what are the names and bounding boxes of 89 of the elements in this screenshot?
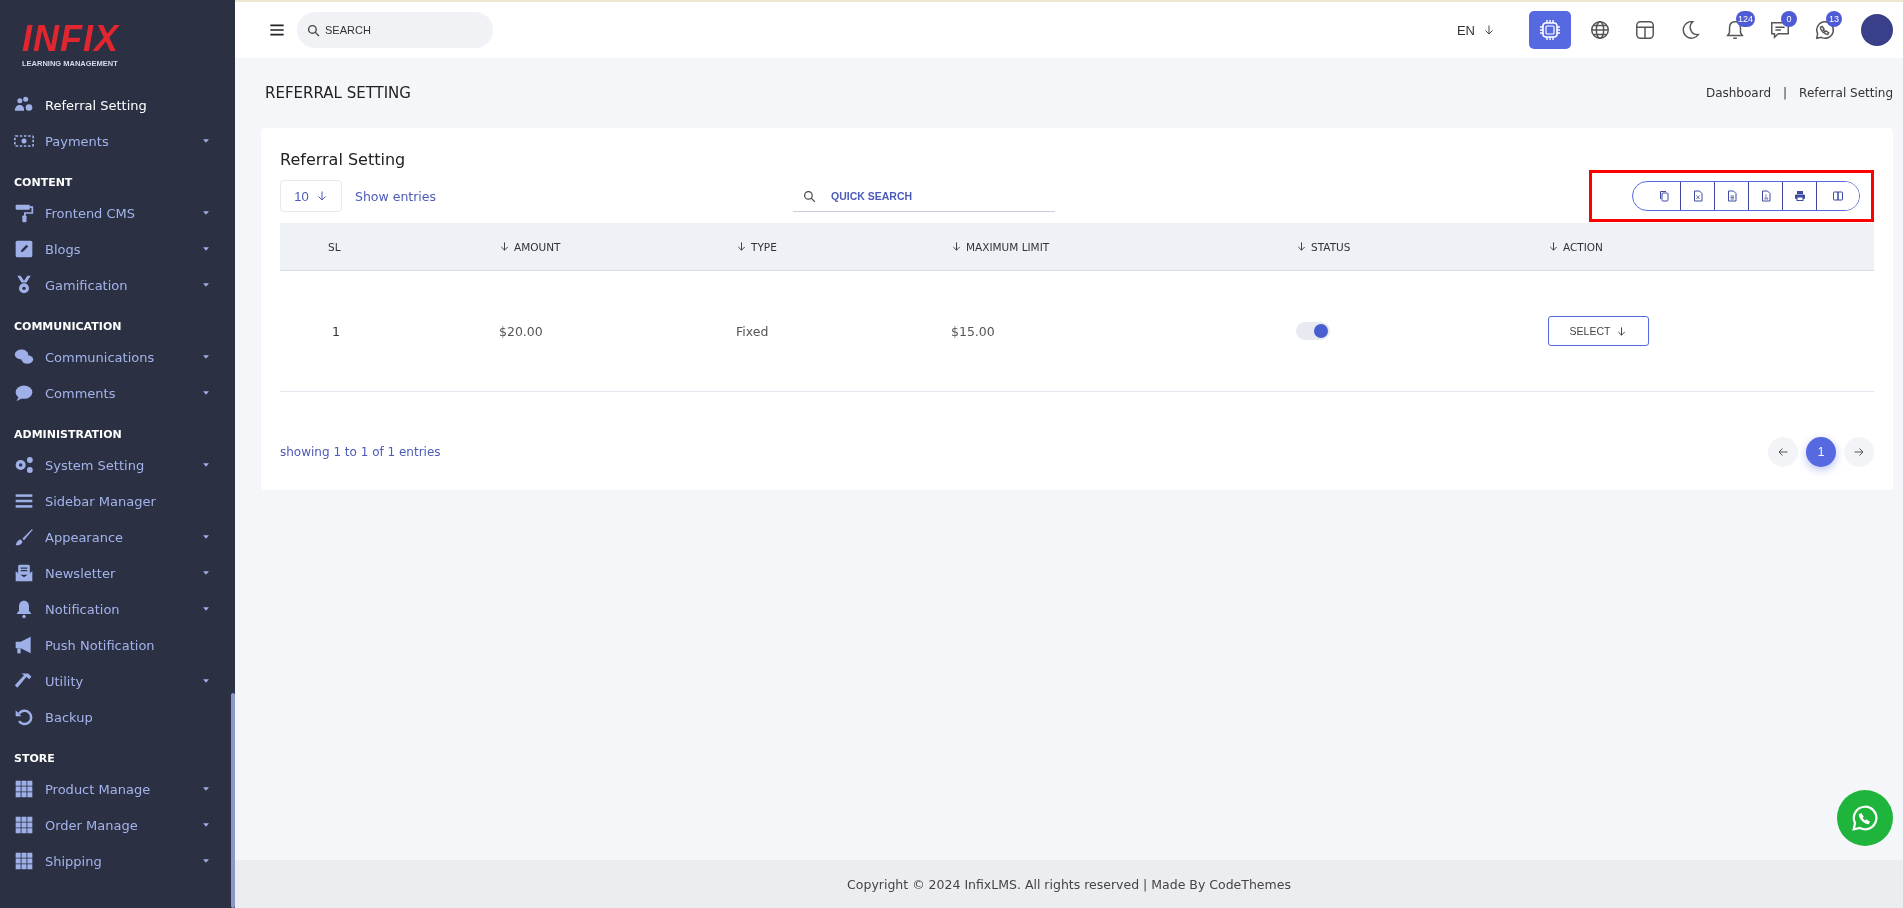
card-title: Referral Setting xyxy=(280,150,406,169)
pencil-square-icon xyxy=(14,239,34,259)
pdf-file-icon xyxy=(1759,190,1772,202)
notification-button[interactable]: 13 xyxy=(1804,11,1846,49)
sidebar-item[interactable]: Communications xyxy=(0,339,231,375)
gears-icon xyxy=(14,455,34,475)
whatsapp-chat-button[interactable] xyxy=(1837,790,1893,846)
grid-icon xyxy=(14,851,34,871)
globe-icon xyxy=(1589,19,1611,41)
copyright-text: Copyright © 2024 InfixLMS. All rights reserved | Made By CodeThemes xyxy=(847,876,1291,892)
table-cell: Fixed xyxy=(736,323,769,339)
scrollbar-thumb[interactable] xyxy=(231,693,235,908)
moon-icon xyxy=(1679,19,1701,41)
menu-icon xyxy=(269,22,285,38)
notification-button[interactable]: 124 xyxy=(1714,11,1756,49)
select-dropdown-button[interactable]: SELECT xyxy=(1548,316,1649,346)
status-toggle[interactable] xyxy=(1296,322,1330,340)
section-heading: ADMINISTRATION xyxy=(14,427,122,443)
column-header[interactable]: TYPE xyxy=(751,240,777,253)
envelope-icon xyxy=(14,563,34,583)
breadcrumb-separator: | xyxy=(1783,86,1788,100)
phone-bubble-icon xyxy=(1850,803,1880,833)
table-cell: $15.00 xyxy=(951,323,995,339)
columns-icon xyxy=(1832,190,1844,202)
entries-info: showing 1 to 1 of 1 entries xyxy=(280,445,441,459)
paint-roller-icon xyxy=(14,203,34,223)
sidebar-item[interactable]: Frontend CMS xyxy=(0,195,231,231)
spreadsheet-file-icon xyxy=(1691,190,1704,202)
arrow-right-icon xyxy=(1853,446,1865,458)
section-heading: COMMUNICATION xyxy=(14,319,122,335)
printer-icon xyxy=(1793,190,1806,202)
search-icon xyxy=(803,190,817,203)
notification-button[interactable]: 0 xyxy=(1759,11,1801,49)
sidebar-item[interactable]: Payments xyxy=(0,123,231,159)
megaphone-icon xyxy=(14,635,34,655)
breadcrumb-item: Referral Setting xyxy=(1799,86,1893,100)
count-badge: 13 xyxy=(1826,11,1842,27)
sidebar-item[interactable]: Appearance xyxy=(0,519,231,555)
column-header[interactable]: SL xyxy=(328,240,341,253)
sidebar-item[interactable]: System Setting xyxy=(0,447,231,483)
table-cell: $20.00 xyxy=(499,323,543,339)
sidebar-item[interactable]: Product Manage xyxy=(0,771,231,807)
count-badge: 0 xyxy=(1781,11,1797,27)
sidebar-item[interactable]: Blogs xyxy=(0,231,231,267)
grid-icon xyxy=(14,779,34,799)
column-header[interactable]: AMOUNT xyxy=(514,240,561,253)
sidebar-item[interactable]: Referral Setting xyxy=(0,87,231,123)
section-heading: STORE xyxy=(14,751,55,767)
sidebar-item[interactable]: Sidebar Manager xyxy=(0,483,231,519)
count-badge: 124 xyxy=(1736,11,1756,27)
page-button[interactable]: 1 xyxy=(1806,437,1836,467)
page-size-dropdown[interactable]: 10 xyxy=(280,180,342,212)
search-icon xyxy=(307,24,320,37)
copy-icon xyxy=(1657,190,1670,202)
column-header[interactable]: STATUS xyxy=(1311,240,1351,253)
chip-icon xyxy=(1538,18,1562,42)
undo-icon xyxy=(14,707,34,727)
chat-bubbles-icon xyxy=(14,347,34,367)
column-header[interactable]: MAXIMUM LIMIT xyxy=(966,240,1050,253)
arrow-down-icon xyxy=(1483,24,1495,36)
arrow-down-icon xyxy=(1616,325,1628,337)
arrow-down-icon xyxy=(315,190,328,202)
avatar[interactable] xyxy=(1861,14,1893,46)
sidebar-item[interactable]: Push Notification xyxy=(0,627,231,663)
column-header[interactable]: ACTION xyxy=(1563,240,1603,253)
document-icon xyxy=(1725,190,1738,202)
paintbrush-icon xyxy=(14,527,34,547)
breadcrumb-item[interactable]: Dashboard xyxy=(1705,86,1772,100)
search-field[interactable]: SEARCH xyxy=(297,12,493,48)
sidebar-item[interactable]: Newsletter xyxy=(0,555,231,591)
bell-icon xyxy=(14,599,34,619)
language-dropdown[interactable]: EN xyxy=(1450,21,1501,39)
sidebar-item[interactable]: Notification xyxy=(0,591,231,627)
chat-bubble-icon xyxy=(14,383,34,403)
sidebar-item[interactable]: Comments xyxy=(0,375,231,411)
show-entries-label: Show entries xyxy=(355,188,437,204)
sidebar-item[interactable]: Gamification xyxy=(0,267,231,303)
page-title: REFERRAL SETTING xyxy=(265,84,411,102)
list-icon xyxy=(14,491,34,511)
ai-chip-button[interactable] xyxy=(1529,11,1571,49)
arrow-left-icon xyxy=(1777,446,1789,458)
layout-icon xyxy=(1634,19,1656,41)
table-cell: 1 xyxy=(332,323,340,339)
sidebar-item[interactable]: Backup xyxy=(0,699,231,735)
sidebar-item[interactable]: Shipping xyxy=(0,843,231,879)
section-heading: CONTENT xyxy=(14,175,73,191)
sidebar-item[interactable]: Order Manage xyxy=(0,807,231,843)
sidebar-item[interactable]: Utility xyxy=(0,663,231,699)
grid-icon xyxy=(14,815,34,835)
